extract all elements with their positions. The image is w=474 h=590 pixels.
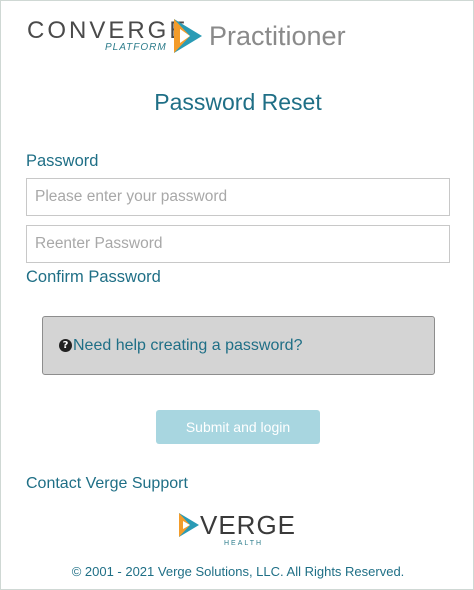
password-help-link[interactable]: Need help creating a password? [73,337,302,355]
verge-triangle-icon [179,513,199,537]
password-input[interactable] [26,178,450,216]
health-logo-text: HEALTH [224,540,264,547]
login-card: CONVERGE PLATFORM Practitioner Password … [0,0,474,590]
page-title: Password Reset [154,89,322,115]
converge-logo: CONVERGE PLATFORM Practitioner [25,15,365,59]
password-label: Password [26,152,99,170]
copyright-text: © 2001 - 2021 Verge Solutions, LLC. All … [71,564,405,579]
reenter-password-input[interactable] [26,225,450,263]
contact-support-link[interactable]: Contact Verge Support [26,475,188,493]
question-circle-icon: ? [59,339,72,352]
verge-health-logo: VERGE HEALTH [178,510,308,550]
verge-logo-text: VERGE [200,510,297,540]
submit-login-button[interactable]: Submit and login [156,410,320,444]
logo-platform-text: PLATFORM [105,42,167,53]
converge-triangle-icon [174,19,202,53]
password-help-box[interactable]: ? Need help creating a password? [42,316,435,375]
confirm-password-label: Confirm Password [26,268,161,286]
product-name: Practitioner [209,21,346,51]
logo-converge-text: CONVERGE [27,17,189,44]
